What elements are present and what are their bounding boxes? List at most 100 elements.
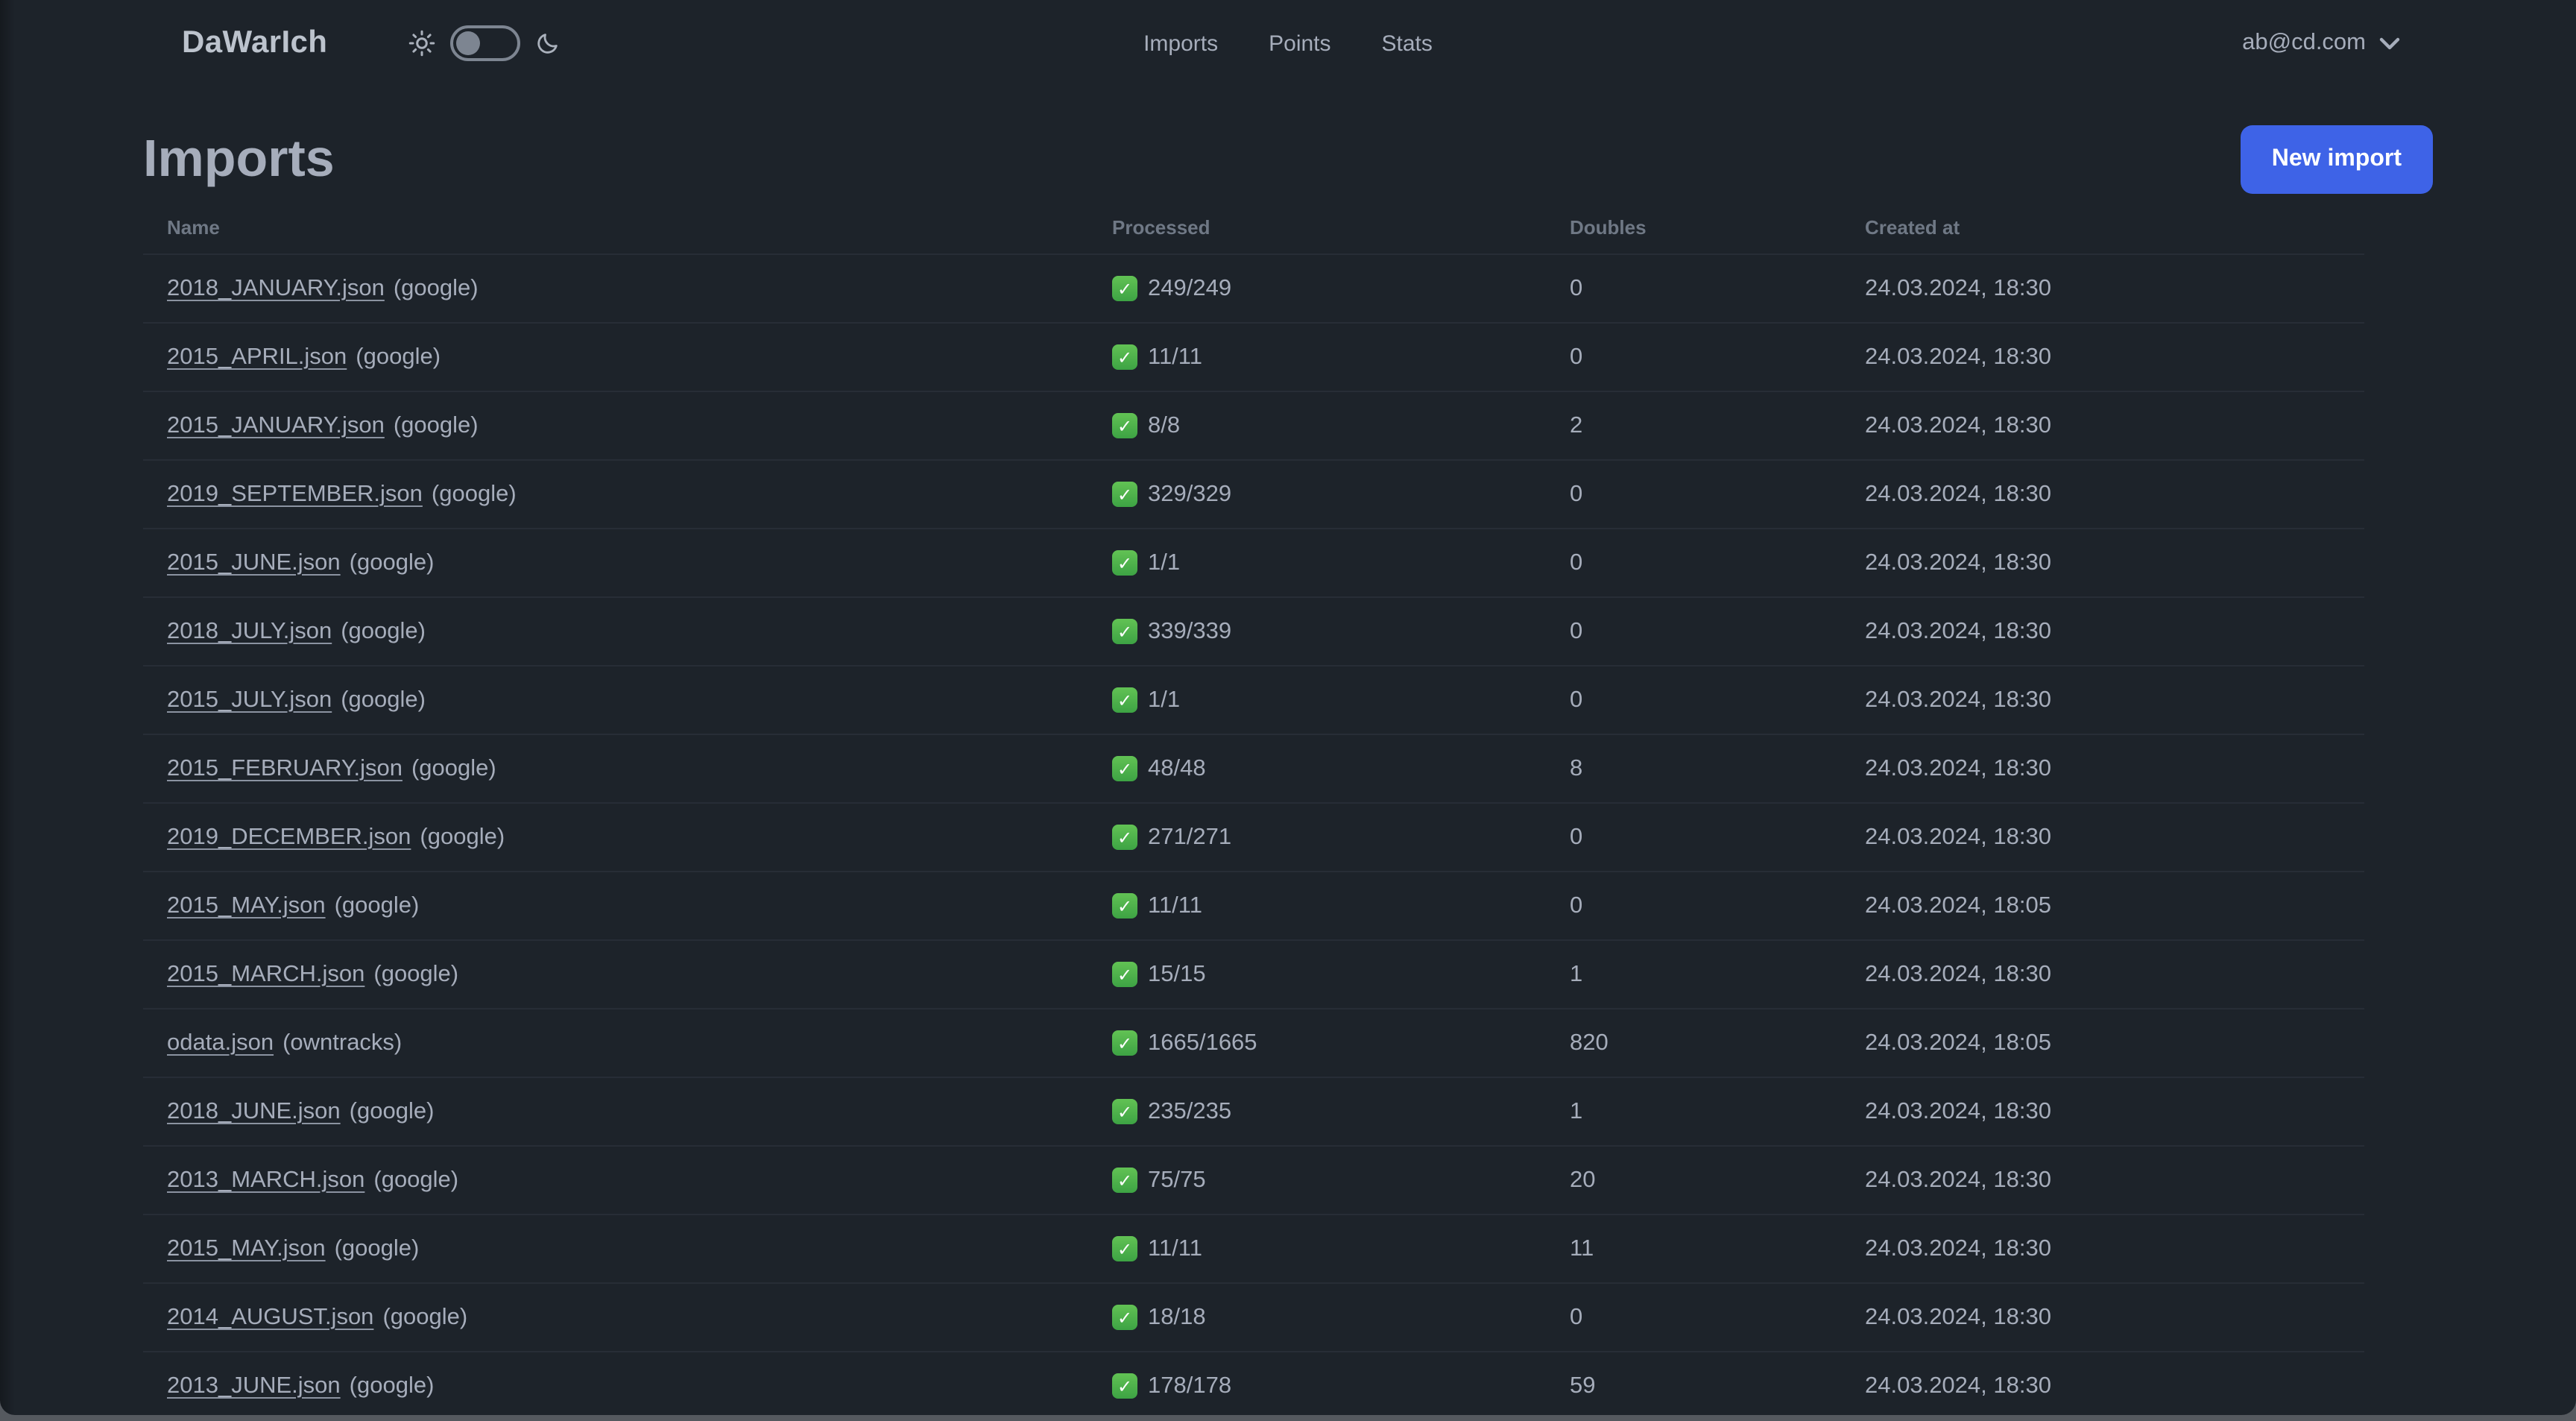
- import-file-link[interactable]: 2015_MAY.json: [167, 892, 326, 918]
- table-row: 2018_JANUARY.json (google) ✓ 249/249 0 24.03.…: [143, 253, 2364, 323]
- theme-switcher: [408, 25, 560, 61]
- table-header-row: Name Processed Doubles Created at: [143, 194, 2364, 254]
- doubles-count: 11: [1546, 1214, 1841, 1283]
- doubles-count: 0: [1546, 802, 1841, 872]
- processed-count: 1/1: [1148, 549, 1181, 575]
- import-file-link[interactable]: 2015_MARCH.json: [167, 961, 364, 986]
- import-source-label: (google): [420, 824, 505, 849]
- theme-toggle[interactable]: [449, 25, 520, 61]
- doubles-count: 0: [1546, 528, 1841, 597]
- success-check-icon: ✓: [1112, 962, 1137, 987]
- import-file-link[interactable]: 2018_JANUARY.json: [167, 275, 385, 300]
- created-at: 24.03.2024, 18:30: [1841, 528, 2364, 597]
- processed-count: 249/249: [1148, 275, 1232, 300]
- import-file-link[interactable]: 2013_MARCH.json: [167, 1167, 364, 1192]
- imports-table-body: 2018_JANUARY.json (google) ✓ 249/249 0 24.03.…: [143, 253, 2364, 1415]
- success-check-icon: ✓: [1112, 1099, 1137, 1124]
- import-file-link[interactable]: 2014_AUGUST.json: [167, 1304, 373, 1329]
- success-check-icon: ✓: [1112, 756, 1137, 781]
- doubles-count: 1: [1546, 939, 1841, 1009]
- sun-icon: [408, 30, 435, 57]
- import-source-label: (google): [373, 961, 459, 986]
- import-file-link[interactable]: 2019_DECEMBER.json: [167, 824, 411, 849]
- import-file-link[interactable]: 2015_APRIL.json: [167, 344, 347, 369]
- import-source-label: (google): [393, 275, 479, 300]
- processed-count: 339/339: [1148, 618, 1232, 643]
- import-file-link[interactable]: 2015_MAY.json: [167, 1235, 326, 1261]
- success-check-icon: ✓: [1112, 1030, 1137, 1056]
- window-bottom-edge: [0, 1415, 2576, 1421]
- processed-count: 48/48: [1148, 755, 1206, 781]
- success-check-icon: ✓: [1112, 413, 1137, 438]
- import-file-link[interactable]: 2015_JANUARY.json: [167, 412, 385, 438]
- import-file-link[interactable]: 2019_SEPTEMBER.json: [167, 481, 423, 506]
- import-source-label: (google): [349, 1373, 435, 1398]
- import-file-link[interactable]: 2018_JUNE.json: [167, 1098, 341, 1124]
- table-row: 2015_JANUARY.json (google) ✓ 8/8 2 24.03.2024…: [143, 391, 2364, 460]
- table-row: 2014_AUGUST.json (google) ✓ 18/18 0 24.03.202…: [143, 1282, 2364, 1352]
- theme-toggle-knob: [455, 31, 480, 55]
- created-at: 24.03.2024, 18:30: [1841, 391, 2364, 460]
- import-source-label: (google): [393, 412, 479, 438]
- imports-table: Name Processed Doubles Created at 2018_J…: [143, 194, 2364, 1415]
- table-row: 2018_JULY.json (google) ✓ 339/339 0 24.03.202…: [143, 596, 2364, 666]
- import-file-link[interactable]: 2018_JULY.json: [167, 618, 332, 643]
- success-check-icon: ✓: [1112, 1168, 1137, 1193]
- column-header-doubles: Doubles: [1570, 216, 1647, 239]
- nav-link-imports[interactable]: Imports: [1143, 31, 1218, 56]
- nav-link-stats[interactable]: Stats: [1382, 31, 1433, 56]
- doubles-count: 0: [1546, 665, 1841, 734]
- processed-count: 18/18: [1148, 1304, 1206, 1329]
- processed-count: 271/271: [1148, 824, 1232, 849]
- table-row: 2015_MAY.json (google) ✓ 11/11 11 24.03.2024,…: [143, 1214, 2364, 1283]
- nav-link-points[interactable]: Points: [1269, 31, 1330, 56]
- page-title: Imports: [143, 130, 335, 188]
- created-at: 24.03.2024, 18:30: [1841, 665, 2364, 734]
- table-row: 2015_APRIL.json (google) ✓ 11/11 0 24.03.2024…: [143, 322, 2364, 391]
- table-row: 2015_JULY.json (google) ✓ 1/1 0 24.03.2024, 1…: [143, 665, 2364, 734]
- app-window: DaWarIch Imports Points Stats ab@cd.com …: [0, 0, 2576, 1415]
- import-file-link[interactable]: 2015_FEBRUARY.json: [167, 755, 402, 781]
- import-source-label: (google): [341, 618, 426, 643]
- created-at: 24.03.2024, 18:30: [1841, 1351, 2364, 1415]
- doubles-count: 20: [1546, 1145, 1841, 1214]
- import-file-link[interactable]: 2013_JUNE.json: [167, 1373, 341, 1398]
- processed-count: 8/8: [1148, 412, 1181, 438]
- processed-count: 11/11: [1148, 1235, 1202, 1261]
- processed-count: 15/15: [1148, 961, 1206, 986]
- created-at: 24.03.2024, 18:05: [1841, 1008, 2364, 1077]
- column-header-created-at: Created at: [1865, 216, 1960, 239]
- app-logo[interactable]: DaWarIch: [182, 25, 327, 61]
- moon-icon: [534, 30, 560, 57]
- import-file-link[interactable]: odata.json: [167, 1030, 274, 1055]
- main-nav: Imports Points Stats: [1143, 0, 1433, 86]
- processed-count: 329/329: [1148, 481, 1232, 506]
- import-source-label: (google): [411, 755, 496, 781]
- success-check-icon: ✓: [1112, 1373, 1137, 1399]
- doubles-count: 1: [1546, 1077, 1841, 1146]
- success-check-icon: ✓: [1112, 825, 1137, 850]
- success-check-icon: ✓: [1112, 344, 1137, 370]
- table-row: 2015_MARCH.json (google) ✓ 15/15 1 24.03.2024…: [143, 939, 2364, 1009]
- success-check-icon: ✓: [1112, 1236, 1137, 1261]
- table-row: odata.json (owntracks) ✓ 1665/1665 820 24.03.…: [143, 1008, 2364, 1077]
- created-at: 24.03.2024, 18:30: [1841, 253, 2364, 323]
- doubles-count: 0: [1546, 596, 1841, 666]
- import-source-label: (google): [341, 687, 426, 712]
- created-at: 24.03.2024, 18:30: [1841, 1282, 2364, 1352]
- new-import-button[interactable]: New import: [2240, 125, 2433, 194]
- import-file-link[interactable]: 2015_JUNE.json: [167, 549, 341, 575]
- table-row: 2019_DECEMBER.json (google) ✓ 271/271 0 24.03…: [143, 802, 2364, 872]
- import-file-link[interactable]: 2015_JULY.json: [167, 687, 332, 712]
- doubles-count: 59: [1546, 1351, 1841, 1415]
- success-check-icon: ✓: [1112, 893, 1137, 919]
- processed-count: 178/178: [1148, 1373, 1232, 1398]
- success-check-icon: ✓: [1112, 550, 1137, 576]
- doubles-count: 0: [1546, 253, 1841, 323]
- created-at: 24.03.2024, 18:30: [1841, 459, 2364, 529]
- user-menu[interactable]: ab@cd.com: [2242, 30, 2400, 57]
- import-source-label: (owntracks): [282, 1030, 402, 1055]
- import-source-label: (google): [356, 344, 441, 369]
- import-source-label: (google): [334, 892, 420, 918]
- table-row: 2015_FEBRUARY.json (google) ✓ 48/48 8 24.03.2…: [143, 734, 2364, 803]
